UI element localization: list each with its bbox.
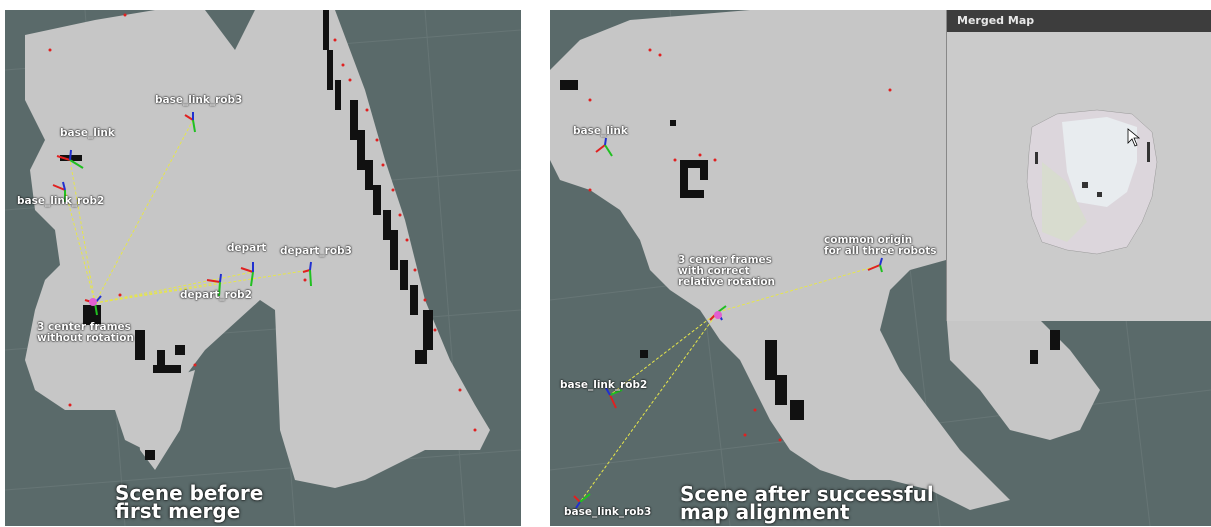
merged-map-canvas [1026,109,1158,255]
center-frames-note: 3 center frames with correct relative ro… [678,254,776,288]
merged-map-window[interactable]: Merged Map [946,10,1211,321]
frame-label-depart-rob3: depart_rob3 [280,245,352,257]
frame-label-base-link-rob3: base_link_rob3 [564,506,652,518]
merged-map-title: Merged Map [947,10,1211,32]
center-frames-note: 3 center frames without rotation [37,321,134,344]
right-caption: Scene after successful map alignment [680,482,934,524]
frame-label-depart-rob2: depart_rob2 [180,289,252,301]
left-map-canvas [5,10,521,526]
frame-label-base-link-rob2: base_link_rob2 [560,379,648,391]
frame-label-base-link: base_link [60,127,115,139]
free-space-lower [946,310,1100,440]
left-caption: Scene before first merge [115,481,264,523]
center-marker [714,311,722,319]
frame-label-base-link-rob3: base_link_rob3 [155,94,243,106]
free-space [550,10,1010,510]
common-origin-note: common origin for all three robots [824,234,937,257]
frame-label-depart: depart [227,242,267,254]
frame-label-base-link: base_link [573,125,628,137]
left-viewport[interactable]: base_link_rob3 base_link base_link_rob2 … [5,10,521,526]
frame-label-base-link-rob2: base_link_rob2 [17,195,105,207]
center-marker [89,298,97,306]
